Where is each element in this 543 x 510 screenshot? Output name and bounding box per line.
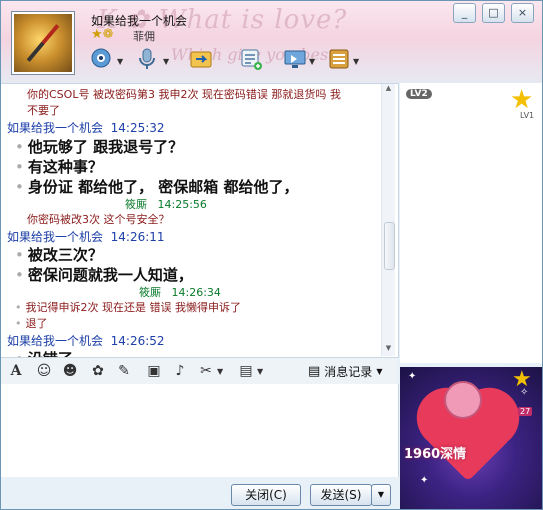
message-header: 如果给我一个机会 14:26:11 [7, 228, 165, 245]
message-history-button[interactable]: ▤ 消息记录 ▼ [308, 361, 382, 381]
contact-signature: 菲佣 [133, 30, 155, 43]
message-text: • 被改三次？ [15, 246, 103, 264]
message-text: • 有这种事？ [15, 158, 103, 176]
message-time: 14:26:52 [110, 334, 165, 348]
send-options-dropdown-icon[interactable]: ▼ [371, 484, 391, 506]
magic-face-icon[interactable]: ☻ [61, 362, 79, 380]
font-icon[interactable]: A [7, 362, 25, 380]
close-window-button[interactable]: × [511, 3, 534, 23]
emoji-icon[interactable]: ☺ [35, 362, 53, 380]
screenshot-dropdown-icon[interactable]: ▼ [217, 367, 223, 376]
message-text: 不要了 [27, 104, 60, 117]
sender-name: 筱厮 [139, 286, 161, 299]
contact-info-panel: LV2 ★ LV1 [400, 83, 542, 363]
bottom-bar: 关闭(C) 发送(S) ▼ [1, 477, 398, 509]
history-label: 消息记录 [324, 364, 373, 379]
file-transfer-icon[interactable] [187, 45, 215, 73]
message-header: 筱厮 14:25:56 [125, 196, 207, 212]
message-text: 你的CSOL号 被改密码第3 我申2次 现在密码错误 那就退货吗 我 [27, 88, 341, 101]
more-tools-dropdown-icon[interactable]: ▼ [257, 367, 263, 376]
scrollbar-thumb[interactable] [384, 222, 395, 270]
sender-name: 筱厮 [125, 198, 147, 211]
maximize-button[interactable]: □ [482, 3, 505, 23]
show-star-icon: ★ [512, 367, 532, 392]
voice-dropdown-icon[interactable]: ▼ [163, 57, 169, 66]
message-text: 你密码被改3次 这个号安全？ [27, 213, 170, 226]
doodle-icon[interactable]: ✎ [115, 362, 133, 380]
message-text: • 我记得申诉2次 现在还是 错误 我懒得申诉了 [15, 301, 241, 314]
show-count-badge: 27 [518, 407, 533, 416]
message-time: 14:25:56 [157, 198, 207, 211]
history-icon: ▤ [308, 363, 321, 379]
message-header: 如果给我一个机会 14:26:52 [7, 332, 165, 349]
monkey-avatar-icon [444, 381, 482, 419]
sender-name: 如果给我一个机会 [7, 121, 104, 135]
video-icon[interactable] [87, 45, 115, 73]
sender-name: 如果给我一个机会 [7, 230, 104, 244]
message-time: 14:26:11 [110, 230, 165, 244]
close-button[interactable]: 关闭(C) [231, 484, 301, 506]
video-dropdown-icon[interactable]: ▼ [117, 57, 123, 66]
message-time: 14:26:34 [171, 286, 221, 299]
message-text: • 密保问题就我一人知道， [15, 266, 193, 284]
music-icon[interactable]: ♪ [171, 362, 189, 380]
message-header: 如果给我一个机会 14:25:32 [7, 119, 165, 136]
shake-icon[interactable]: ✿ [89, 362, 107, 380]
star-level: LV1 [520, 111, 535, 120]
message-text: • 身份证 都给他了， 密保邮箱 都给他了， [15, 178, 299, 196]
app-box-icon[interactable] [325, 45, 353, 73]
message-text: • 退了 [15, 317, 48, 330]
vip-badge-icon: ★❁ [91, 27, 114, 42]
send-button[interactable]: 发送(S) [310, 484, 372, 506]
voice-icon[interactable] [133, 45, 161, 73]
show-avatar-panel[interactable]: ✦ ✧ ✦ ★ 1960深情 27 [400, 367, 542, 509]
title-bar: K ✿ What is love? Which give you best 如果… [1, 1, 542, 83]
scroll-up-icon[interactable]: ▲ [382, 84, 395, 96]
show-banner: 1960深情 [404, 447, 467, 462]
app-box-dropdown-icon[interactable]: ▼ [353, 57, 359, 66]
sender-name: 如果给我一个机会 [7, 334, 104, 348]
message-time: 14:25:32 [110, 121, 165, 135]
message-input[interactable] [1, 384, 399, 477]
group-chat-icon[interactable] [237, 45, 265, 73]
remote-assist-icon[interactable] [281, 45, 309, 73]
remote-dropdown-icon[interactable]: ▼ [309, 57, 315, 66]
contact-avatar[interactable] [11, 11, 75, 75]
level-badge: LV2 [406, 89, 432, 99]
image-icon[interactable]: ▣ [145, 362, 163, 380]
message-history[interactable]: 你的CSOL号 被改密码第3 我申2次 现在密码错误 那就退货吗 我 不要了 如… [1, 83, 399, 358]
scroll-down-icon[interactable]: ▼ [382, 344, 395, 356]
screenshot-scissors-icon[interactable]: ✂ [197, 362, 215, 380]
minimize-button[interactable]: _ [453, 3, 476, 23]
format-toolbar: A ☺ ☻ ✿ ✎ ▣ ♪ ✂ ▼ ▤ ▼ ▤ 消息记录 ▼ [1, 357, 398, 385]
message-scrollbar[interactable]: ▲ ▼ [381, 84, 395, 356]
history-dropdown-icon: ▼ [376, 366, 383, 376]
message-header: 筱厮 14:26:34 [139, 284, 221, 300]
more-tools-icon[interactable]: ▤ [237, 362, 255, 380]
chat-window: K ✿ What is love? Which give you best 如果… [0, 0, 543, 510]
message-text: • 他玩够了 跟我退号了？ [15, 138, 184, 156]
